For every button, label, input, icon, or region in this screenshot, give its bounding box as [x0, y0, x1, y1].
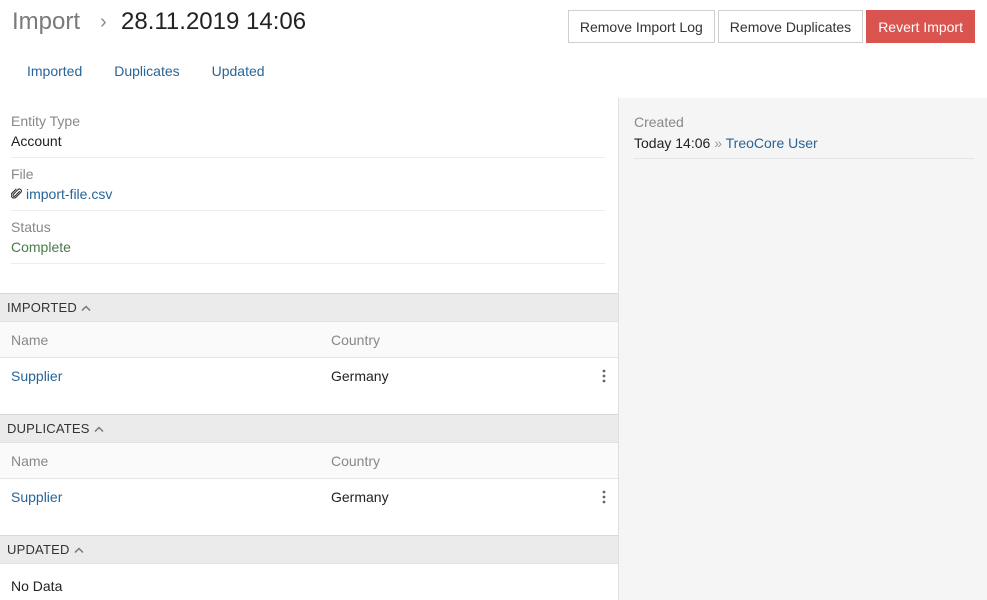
tab-duplicates[interactable]: Duplicates	[114, 63, 179, 79]
status-label: Status	[11, 219, 51, 235]
duplicates-row-name-link[interactable]: Supplier	[11, 489, 62, 505]
status-value: Complete	[11, 239, 71, 255]
created-separator: »	[714, 135, 722, 151]
imported-panel-header[interactable]: IMPORTED	[0, 293, 618, 322]
file-field: File import-file.csv	[11, 166, 605, 211]
duplicates-row-country: Germany	[331, 489, 389, 505]
entity-type-value: Account	[11, 133, 62, 149]
imported-row-country: Germany	[331, 368, 389, 384]
tab-imported[interactable]: Imported	[27, 63, 82, 79]
page-header: Import › 28.11.2019 14:06 Remove Import …	[0, 0, 987, 50]
updated-no-data: No Data	[11, 578, 63, 594]
created-label: Created	[634, 114, 684, 130]
entity-type-field: Entity Type Account	[11, 113, 605, 158]
kebab-menu-icon[interactable]	[601, 369, 607, 383]
file-value: import-file.csv	[11, 186, 605, 202]
breadcrumb-separator: ›	[100, 11, 107, 33]
imported-col-name[interactable]: Name	[11, 332, 48, 348]
remove-duplicates-button[interactable]: Remove Duplicates	[717, 10, 864, 43]
entity-type-label: Entity Type	[11, 113, 81, 129]
duplicates-col-country[interactable]: Country	[331, 453, 380, 469]
divider	[634, 158, 974, 159]
main-panel: Entity Type Account File import-file.csv…	[0, 98, 618, 600]
status-field: Status Complete	[11, 219, 605, 264]
chevron-up-icon[interactable]	[94, 425, 104, 433]
updated-panel-header[interactable]: UPDATED	[0, 535, 618, 564]
tabs: Imported Duplicates Updated	[27, 63, 265, 79]
paperclip-icon	[11, 188, 22, 199]
duplicates-panel-title: DUPLICATES	[7, 421, 90, 436]
file-link[interactable]: import-file.csv	[26, 186, 112, 202]
created-by-user-link[interactable]: TreoCore User	[726, 135, 818, 151]
created-value: Today 14:06 » TreoCore User	[634, 135, 818, 151]
imported-col-country[interactable]: Country	[331, 332, 380, 348]
duplicates-column-header: Name Country	[0, 443, 618, 479]
imported-row-name-link[interactable]: Supplier	[11, 368, 62, 384]
table-row: Supplier Germany	[0, 480, 618, 517]
file-label: File	[11, 166, 34, 182]
header-actions: Remove Import Log Remove Duplicates Reve…	[567, 10, 975, 43]
duplicates-col-name[interactable]: Name	[11, 453, 48, 469]
page-title: 28.11.2019 14:06	[121, 8, 307, 35]
breadcrumb-import-link[interactable]: Import	[12, 8, 80, 36]
duplicates-panel-header[interactable]: DUPLICATES	[0, 414, 618, 443]
chevron-up-icon[interactable]	[81, 304, 91, 312]
side-panel: Created Today 14:06 » TreoCore User	[618, 98, 987, 600]
imported-column-header: Name Country	[0, 322, 618, 358]
table-row: Supplier Germany	[0, 359, 618, 396]
tab-updated[interactable]: Updated	[212, 63, 265, 79]
created-time: Today 14:06	[634, 135, 711, 151]
chevron-up-icon[interactable]	[74, 546, 84, 554]
updated-panel-title: UPDATED	[7, 542, 70, 557]
remove-import-log-button[interactable]: Remove Import Log	[567, 10, 715, 43]
revert-import-button[interactable]: Revert Import	[866, 10, 975, 43]
kebab-menu-icon[interactable]	[601, 490, 607, 504]
imported-panel-title: IMPORTED	[7, 300, 77, 315]
